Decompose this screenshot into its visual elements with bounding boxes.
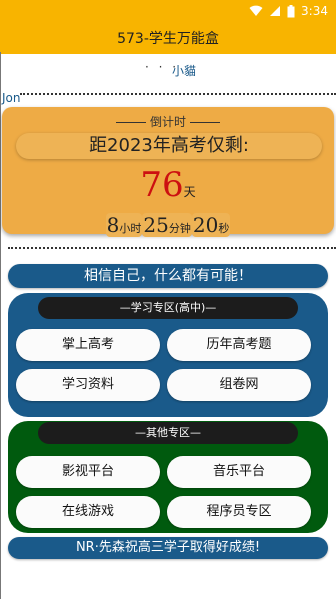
dotted-divider xyxy=(20,93,336,95)
music-platform-button[interactable]: 音乐平台 xyxy=(167,456,311,488)
countdown-time: 8小时 25分钟 20秒 xyxy=(2,213,334,237)
battery-icon xyxy=(287,4,295,17)
minutes-value: 25 xyxy=(143,213,169,237)
programmer-zone-button[interactable]: 程序员专区 xyxy=(167,496,311,528)
other-zone-panel: —其他专区— 影视平台 音乐平台 在线游戏 程序员专区 xyxy=(8,421,328,533)
seconds-value: 20 xyxy=(192,213,219,237)
user-handle: Jon xyxy=(2,91,21,105)
study-zone-panel: —学习专区(高中)— 掌上高考 历年高考题 学习资料 组卷网 xyxy=(8,293,328,417)
signal-icon xyxy=(270,6,281,16)
days-unit: 天 xyxy=(183,185,196,199)
user-name[interactable]: 小貓 xyxy=(172,62,196,79)
wifi-icon xyxy=(249,5,263,16)
paper-builder-button[interactable]: 组卷网 xyxy=(167,369,311,401)
app-title: 573-学生万能盒 xyxy=(117,31,219,47)
study-materials-button[interactable]: 学习资料 xyxy=(16,369,160,401)
gaokao-app-button[interactable]: 掌上高考 xyxy=(16,329,160,361)
countdown-days: 76天 xyxy=(2,165,334,205)
countdown-card: 倒计时 距2023年高考仅剩: 76天 8小时 25分钟 20秒 xyxy=(2,107,334,237)
status-bar: 3:34 xyxy=(0,0,336,24)
user-row: · · · 小貓 xyxy=(0,60,336,82)
dotted-divider xyxy=(8,247,336,249)
video-platform-button[interactable]: 影视平台 xyxy=(16,456,160,488)
online-games-button[interactable]: 在线游戏 xyxy=(16,496,160,528)
countdown-heading: 距2023年高考仅剩: xyxy=(16,133,322,159)
seconds-unit: 秒 xyxy=(218,222,230,235)
hours-unit: 小时 xyxy=(119,222,142,235)
other-zone-title: —其他专区— xyxy=(38,422,298,444)
minutes-unit: 分钟 xyxy=(168,222,191,235)
past-exams-button[interactable]: 历年高考题 xyxy=(167,329,311,361)
left-border xyxy=(0,52,1,599)
footer-banner: NR·先森祝高三学子取得好成绩! xyxy=(8,537,328,559)
study-zone-title: —学习专区(高中)— xyxy=(38,297,298,319)
motto-banner: 相信自己，什么都有可能！ xyxy=(8,264,328,288)
days-value: 76 xyxy=(140,165,184,205)
app-bar: 573-学生万能盒 xyxy=(0,24,336,54)
countdown-label: 倒计时 xyxy=(149,115,186,129)
status-time: 3:34 xyxy=(301,4,328,18)
hours-value: 8 xyxy=(106,213,120,237)
countdown-label-row: 倒计时 xyxy=(2,113,334,130)
